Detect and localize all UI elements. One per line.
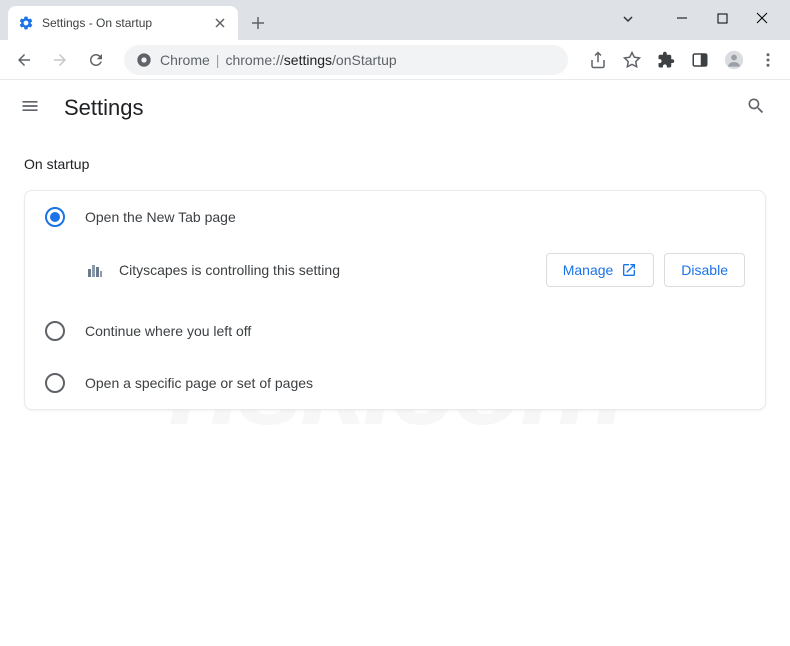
option-new-tab[interactable]: Open the New Tab page (25, 191, 765, 243)
maximize-button[interactable] (714, 10, 730, 26)
close-tab-icon[interactable] (212, 15, 228, 31)
back-button[interactable] (8, 44, 40, 76)
tab-search-chevron-icon[interactable] (621, 12, 635, 31)
hamburger-menu-icon[interactable] (20, 96, 44, 120)
minimize-button[interactable] (674, 10, 690, 26)
option-label: Continue where you left off (85, 323, 251, 339)
profile-avatar-icon[interactable] (724, 50, 744, 70)
tab-title: Settings - On startup (42, 16, 204, 30)
option-label: Open the New Tab page (85, 209, 236, 225)
cityscape-extension-icon (85, 260, 105, 280)
close-window-button[interactable] (754, 10, 770, 26)
address-omnibox[interactable]: Chrome | chrome://settings/onStartup (124, 45, 568, 75)
option-continue[interactable]: Continue where you left off (25, 305, 765, 357)
option-label: Open a specific page or set of pages (85, 375, 313, 391)
browser-tab[interactable]: Settings - On startup (8, 6, 238, 40)
startup-options-card: Open the New Tab page Cityscapes is cont… (24, 190, 766, 410)
new-tab-button[interactable] (244, 9, 272, 37)
extensions-puzzle-icon[interactable] (656, 50, 676, 70)
page-title: Settings (64, 95, 726, 121)
manage-extension-button[interactable]: Manage (546, 253, 655, 287)
address-text: Chrome | chrome://settings/onStartup (160, 52, 397, 68)
settings-header: Settings (0, 80, 790, 136)
reload-button[interactable] (80, 44, 112, 76)
forward-button[interactable] (44, 44, 76, 76)
radio-unselected-icon[interactable] (45, 373, 65, 393)
section-title: On startup (24, 156, 766, 172)
radio-unselected-icon[interactable] (45, 321, 65, 341)
window-controls (654, 0, 790, 36)
disable-extension-button[interactable]: Disable (664, 253, 745, 287)
content-area: On startup Open the New Tab page Citysca… (0, 136, 790, 430)
extension-notice: Cityscapes is controlling this setting M… (25, 243, 765, 305)
bookmark-star-icon[interactable] (622, 50, 642, 70)
chrome-menu-icon[interactable] (758, 50, 778, 70)
address-bar: Chrome | chrome://settings/onStartup (0, 40, 790, 80)
chrome-icon (136, 52, 152, 68)
search-icon[interactable] (746, 96, 770, 120)
side-panel-icon[interactable] (690, 50, 710, 70)
share-icon[interactable] (588, 50, 608, 70)
settings-gear-icon (18, 15, 34, 31)
option-specific-pages[interactable]: Open a specific page or set of pages (25, 357, 765, 409)
open-external-icon (621, 262, 637, 278)
extension-message: Cityscapes is controlling this setting (119, 262, 532, 278)
radio-selected-icon[interactable] (45, 207, 65, 227)
